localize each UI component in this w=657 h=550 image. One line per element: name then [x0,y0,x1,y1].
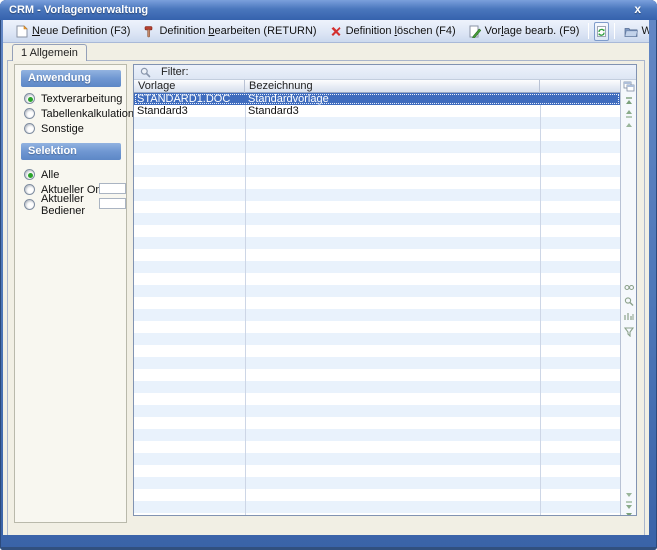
table-row[interactable]: Standard3 Standard3 [134,105,620,117]
table-row-empty[interactable] [134,441,620,453]
table-row-empty[interactable] [134,369,620,381]
filter-label: Filter: [161,66,189,78]
table-row-empty[interactable] [134,249,620,261]
magnifier-icon [140,67,151,78]
group-header-anwendung: Anwendung [21,70,121,87]
delete-x-icon [329,25,342,38]
table-row-empty[interactable] [134,273,620,285]
filter-funnel-icon[interactable] [623,326,635,337]
refresh-button[interactable] [594,22,609,41]
radio-alle[interactable]: Alle [24,168,59,181]
toolbar-separator [614,23,615,39]
table-row-empty[interactable] [134,453,620,465]
title-bar: CRM - Vorlagenverwaltung x [0,0,657,20]
scroll-bottom-icon[interactable] [623,510,635,516]
table-row-empty[interactable] [134,321,620,333]
scroll-up-icon[interactable] [623,120,635,131]
close-button[interactable]: x [631,0,644,20]
radio-button-icon [24,184,35,195]
cell-bezeichnung: Standardvorlage [245,93,540,105]
table-row-empty[interactable] [134,201,620,213]
table-row-empty[interactable] [134,333,620,345]
tab-allgemein[interactable]: 1 Allgemein [12,44,87,61]
sidebar: Anwendung Textverarbeitung Tabellenkalku… [14,64,127,523]
folder-icon [624,25,637,38]
table-row-empty[interactable] [134,405,620,417]
radio-button-icon [24,93,35,104]
radio-button-icon [24,169,35,180]
cell-bezeichnung: Standard3 [245,105,540,117]
column-header-empty[interactable] [540,80,620,93]
scroll-up-page-icon[interactable] [623,108,635,119]
application-window: CRM - Vorlagenverwaltung x Neue Definiti… [0,0,657,550]
table-row-empty[interactable] [134,153,620,165]
table-row-empty[interactable] [134,309,620,321]
new-document-icon [15,25,28,38]
radio-button-icon [24,123,35,134]
table-row-empty[interactable] [134,213,620,225]
table-row-empty[interactable] [134,237,620,249]
radio-sonstige[interactable]: Sonstige [24,122,84,135]
cell-vorlage: STANDARD1.DOC [134,93,245,105]
new-definition-button[interactable]: Neue Definition (F3) [9,23,136,40]
radio-tabellenkalkulation[interactable]: Tabellenkalkulation [24,107,134,120]
table-row-empty[interactable] [134,381,620,393]
column-chooser-icon[interactable] [623,81,635,92]
refresh-document-icon [595,25,608,38]
table-row-empty[interactable] [134,261,620,273]
edit-definition-button[interactable]: Definition bearbeiten (RETURN) [136,23,322,40]
grid-side-strip [620,80,636,516]
table-row-empty[interactable] [134,429,620,441]
table-row-empty[interactable] [134,285,620,297]
table-row-empty[interactable] [134,477,620,489]
hammer-icon [142,25,155,38]
toolbar: Neue Definition (F3) Definition bearbeit… [3,20,649,43]
radio-button-icon [24,108,35,119]
table-row-empty[interactable] [134,393,620,405]
table-row-empty[interactable] [134,513,620,516]
column-header-vorlage[interactable]: Vorlage [134,80,245,93]
table-row[interactable]: STANDARD1.DOC Standardvorlage [134,93,620,105]
table-row-empty[interactable] [134,117,620,129]
filter-bar[interactable]: Filter: [134,65,636,80]
column-header-row: Vorlage Bezeichnung [134,80,636,93]
sort-icon[interactable] [623,311,635,322]
radio-button-icon [24,199,35,210]
table-row-empty[interactable] [134,177,620,189]
window-body: Neue Definition (F3) Definition bearbeit… [3,20,649,535]
table-row-empty[interactable] [134,417,620,429]
find-icon[interactable] [623,282,635,293]
table-rows: STANDARD1.DOC Standardvorlage Standard3 … [134,93,620,516]
table-row-empty[interactable] [134,225,620,237]
vorlage-bearbeiten-button[interactable]: Vorlage bearb. (F9) [462,23,586,40]
toolbar-separator [588,23,589,39]
radio-textverarbeitung[interactable]: Textverarbeitung [24,92,122,105]
bediener-input[interactable] [99,198,126,209]
column-header-bezeichnung[interactable]: Bezeichnung [245,80,540,93]
cell-vorlage: Standard3 [134,105,245,117]
scroll-down-icon[interactable] [623,489,635,500]
table-row-empty[interactable] [134,489,620,501]
table-row-empty[interactable] [134,141,620,153]
group-header-selektion: Selektion [21,143,121,160]
scroll-top-icon[interactable] [623,96,635,107]
table-row-empty[interactable] [134,345,620,357]
table-row-empty[interactable] [134,297,620,309]
table-row-empty[interactable] [134,357,620,369]
table-row-empty[interactable] [134,165,620,177]
table-row-empty[interactable] [134,129,620,141]
delete-definition-button[interactable]: Definition löschen (F4) [323,23,462,40]
zoom-icon[interactable] [623,296,635,307]
template-grid: Filter: Vorlage Bezeichnung STANDARD1.DO… [133,64,637,516]
table-row-empty[interactable] [134,465,620,477]
edit-pencil-icon [468,25,481,38]
word-steuerformate-button[interactable]: Word-Steuerformate (F6) [618,23,649,40]
table-row-empty[interactable] [134,189,620,201]
window-title: CRM - Vorlagenverwaltung [9,4,148,16]
table-row-empty[interactable] [134,501,620,513]
